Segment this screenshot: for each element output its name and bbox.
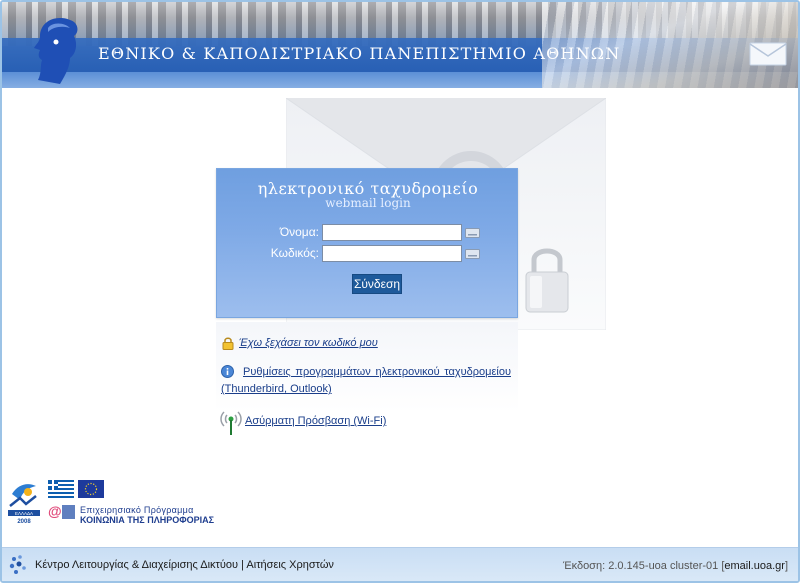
university-title: ΕΘΝΙΚΟ & ΚΑΠΟΔΙΣΤΡΙΑΚΟ ΠΑΝΕΠΙΣΤΗΜΙΟ ΑΘΗΝ… <box>98 44 621 63</box>
host-name: email.uoa.gr <box>724 560 785 572</box>
network-center-logo <box>9 555 26 574</box>
athena-head-logo <box>34 18 78 84</box>
wifi-access-link[interactable]: Ασύρματη Πρόσβαση (Wi-Fi) <box>245 415 386 427</box>
padlock-icon <box>525 248 569 313</box>
envelope-icon[interactable] <box>749 42 787 66</box>
info-icon <box>221 365 234 378</box>
login-subtitle: webmail login <box>325 196 411 210</box>
lock-icon <box>222 337 234 350</box>
program-logos: ΕΛΛΑΔΑ 2008 @ Επιχειρησιακό Πρόγραμμα ΚΟ… <box>6 478 220 526</box>
page-footer: Κέντρο Λειτουργίας & Διαχείρισης Δικτύου… <box>2 547 798 581</box>
keyboard-icon[interactable] <box>465 249 480 259</box>
version-info: Έκδοση: 2.0.145-uoa cluster-01 [email.uo… <box>563 560 788 572</box>
login-button[interactable]: Σύνδεση <box>352 274 402 294</box>
password-label: Κωδικός: <box>270 246 319 260</box>
mail-settings-link[interactable]: Ρυθμίσεις προγραμμάτων ηλεκτρονικού ταχυ… <box>243 366 511 378</box>
program-name-line1: Επιχειρησιακό Πρόγραμμα <box>80 505 194 515</box>
svg-text:@: @ <box>48 503 62 519</box>
keyboard-icon[interactable] <box>465 228 480 238</box>
greek-flag-icon <box>48 480 74 498</box>
help-links: Έχω ξεχάσει τον κωδικό μου Ρυθμίσεις προ… <box>216 322 518 472</box>
wifi-antenna-icon <box>220 411 242 435</box>
program-name-line2: ΚΟΙΝΩΝΙΑ ΤΗΣ ΠΛΗΡΟΦΟΡΙΑΣ <box>80 515 214 525</box>
login-panel: ηλεκτρονικό ταχυδρομείο webmail login Όν… <box>216 168 518 318</box>
hellas-badge-text: ΕΛΛΑΔΑ <box>15 511 33 516</box>
hellas-2008-logo: ΕΛΛΑΔΑ 2008 <box>8 484 40 524</box>
mail-settings-link-clients[interactable]: (Thunderbird, Outlook) <box>221 383 332 395</box>
password-input[interactable] <box>322 245 462 262</box>
version-text: Έκδοση: 2.0.145-uoa cluster-01 [ <box>562 560 725 572</box>
site-header: ΕΘΝΙΚΟ & ΚΑΠΟΔΙΣΤΡΙΑΚΟ ΠΑΝΕΠΙΣΤΗΜΙΟ ΑΘΗΝ… <box>2 2 798 88</box>
eu-flag-icon <box>78 480 104 498</box>
footer-links[interactable]: Κέντρο Λειτουργίας & Διαχείρισης Δικτύου… <box>35 559 334 571</box>
hellas-badge-year: 2008 <box>17 519 31 524</box>
forgot-password-link[interactable]: Έχω ξεχάσει τον κωδικό μου <box>239 337 378 349</box>
version-close-bracket: ] <box>784 560 788 572</box>
page-frame: ΕΘΝΙΚΟ & ΚΑΠΟΔΙΣΤΡΙΑΚΟ ΠΑΝΕΠΙΣΤΗΜΙΟ ΑΘΗΝ… <box>0 0 800 583</box>
information-society-logo: @ <box>48 503 75 519</box>
username-label: Όνομα: <box>279 225 319 239</box>
username-input[interactable] <box>322 224 462 241</box>
